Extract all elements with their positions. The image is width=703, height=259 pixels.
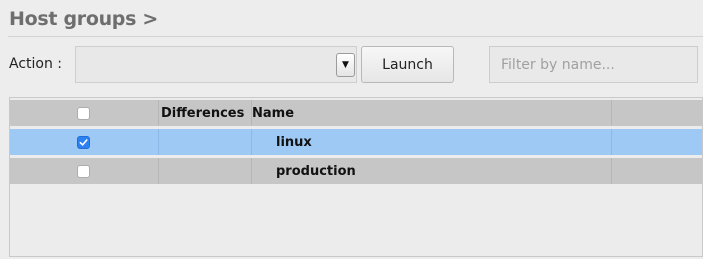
row-checkbox[interactable] xyxy=(76,135,90,149)
filter-input[interactable] xyxy=(489,46,698,83)
launch-button[interactable]: Launch xyxy=(361,46,454,83)
row-name: production xyxy=(252,158,612,184)
table-header: Differences Name xyxy=(10,100,702,126)
row-differences xyxy=(159,129,252,155)
row-check-cell xyxy=(10,158,159,184)
table-row[interactable]: linux xyxy=(10,129,702,155)
host-groups-table: Differences Name linux production xyxy=(9,97,703,257)
row-checkbox[interactable] xyxy=(76,164,90,178)
column-header-differences[interactable]: Differences xyxy=(159,100,252,126)
action-label: Action : xyxy=(9,56,63,72)
select-all-cell xyxy=(10,100,159,126)
checkmark-icon xyxy=(79,138,88,146)
row-extra xyxy=(612,158,702,184)
action-select[interactable]: ▼ xyxy=(75,46,357,83)
table-row[interactable]: production xyxy=(10,158,702,184)
host-groups-page: Host groups > Action : ▼ Launch Differen… xyxy=(0,0,703,259)
column-header-name[interactable]: Name xyxy=(252,100,612,126)
row-extra xyxy=(612,129,702,155)
row-differences xyxy=(159,158,252,184)
row-check-cell xyxy=(10,129,159,155)
select-all-checkbox[interactable] xyxy=(76,106,90,120)
column-header-extra xyxy=(612,100,702,126)
select-arrow-icon[interactable]: ▼ xyxy=(336,53,355,77)
row-name: linux xyxy=(252,129,612,155)
page-title: Host groups > xyxy=(9,8,159,30)
title-divider xyxy=(8,36,703,37)
